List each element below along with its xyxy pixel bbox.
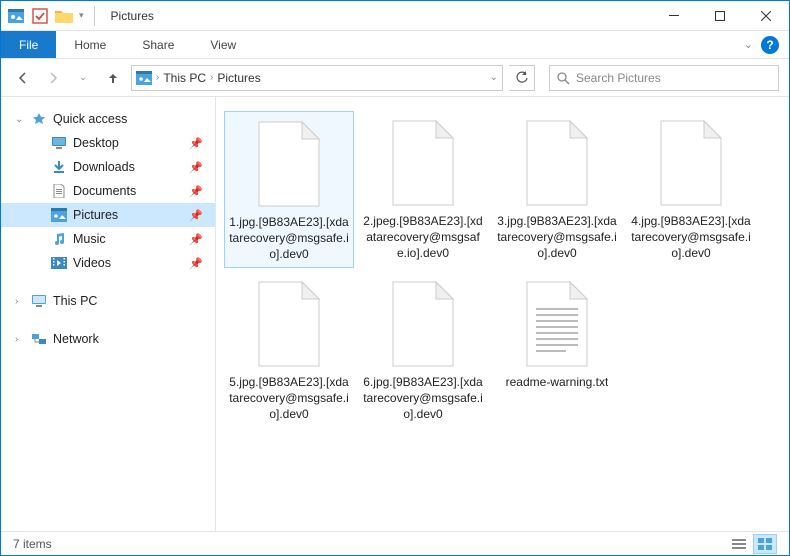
file-icon (249, 276, 329, 372)
navigation-pane: ⌄ Quick access Desktop📌Downloads📌Documen… (1, 97, 216, 531)
sidebar-item-label: Desktop (73, 136, 119, 150)
back-button[interactable] (11, 66, 35, 90)
help-icon[interactable]: ? (761, 36, 779, 54)
item-count: 7 items (13, 537, 52, 551)
file-item[interactable]: 3.jpg.[9B83AE23].[xdatarecovery@msgsafe.… (492, 111, 622, 268)
search-input[interactable]: Search Pictures (549, 65, 779, 91)
sidebar-item-label: This PC (53, 294, 97, 308)
recent-dropdown[interactable]: ⌄ (71, 66, 95, 90)
ribbon-expand-icon[interactable]: ⌄ (744, 38, 753, 51)
search-placeholder: Search Pictures (576, 71, 661, 85)
computer-icon (31, 293, 47, 309)
pin-icon[interactable]: 📌 (189, 137, 203, 150)
pictures-bc-icon (136, 71, 152, 85)
sidebar-item-desktop[interactable]: Desktop 📌 (1, 131, 215, 155)
sidebar-item-label: Videos (73, 256, 111, 270)
thumbnails-view-button[interactable] (753, 534, 777, 554)
refresh-button[interactable] (509, 65, 535, 91)
chevron-right-icon[interactable]: › (210, 72, 213, 83)
chevron-right-icon[interactable]: › (15, 334, 18, 345)
sidebar-quick-access[interactable]: ⌄ Quick access (1, 107, 215, 131)
sidebar-item-documents[interactable]: Documents 📌 (1, 179, 215, 203)
downloads-icon (51, 159, 67, 175)
tab-share[interactable]: Share (124, 31, 192, 58)
file-icon (517, 115, 597, 211)
file-icon (383, 276, 463, 372)
file-name: 2.jpeg.[9B83AE23].[xdatarecovery@msgsafe… (362, 213, 484, 262)
file-item[interactable]: 4.jpg.[9B83AE23].[xdatarecovery@msgsafe.… (626, 111, 756, 268)
file-menu[interactable]: File (1, 31, 56, 58)
chevron-right-icon[interactable]: › (15, 296, 18, 307)
qat-checkbox-icon[interactable] (31, 7, 49, 25)
breadcrumb-root[interactable]: This PC (163, 71, 206, 85)
file-icon (651, 115, 731, 211)
folder-icon[interactable] (55, 7, 73, 25)
file-item[interactable]: readme-warning.txt (492, 272, 622, 427)
chevron-down-icon[interactable]: ⌄ (15, 114, 23, 125)
chevron-right-icon[interactable]: › (156, 72, 159, 83)
address-bar: ⌄ › This PC › Pictures ⌄ Search Pictures (1, 59, 789, 97)
separator (94, 6, 95, 26)
file-name: 4.jpg.[9B83AE23].[xdatarecovery@msgsafe.… (630, 213, 752, 262)
desktop-icon (51, 135, 67, 151)
breadcrumb[interactable]: › This PC › Pictures ⌄ (131, 65, 503, 91)
file-icon (249, 116, 329, 212)
minimize-button[interactable] (651, 1, 697, 31)
file-icon (517, 276, 597, 372)
pin-icon[interactable]: 📌 (189, 185, 203, 198)
pin-icon[interactable]: 📌 (189, 161, 203, 174)
tab-view[interactable]: View (192, 31, 254, 58)
sidebar-item-label: Network (53, 332, 99, 346)
titlebar: ▾ Pictures (1, 1, 789, 31)
sidebar-item-videos[interactable]: Videos 📌 (1, 251, 215, 275)
file-name: 3.jpg.[9B83AE23].[xdatarecovery@msgsafe.… (496, 213, 618, 262)
up-button[interactable] (101, 66, 125, 90)
close-button[interactable] (743, 1, 789, 31)
file-icon (383, 115, 463, 211)
file-name: 1.jpg.[9B83AE23].[xdatarecovery@msgsafe.… (229, 214, 349, 263)
details-view-button[interactable] (727, 534, 751, 554)
music-icon (51, 231, 67, 247)
file-name: readme-warning.txt (506, 374, 609, 390)
documents-icon (51, 183, 67, 199)
file-name: 5.jpg.[9B83AE23].[xdatarecovery@msgsafe.… (228, 374, 350, 423)
sidebar-item-pictures[interactable]: Pictures 📌 (1, 203, 215, 227)
file-item[interactable]: 1.jpg.[9B83AE23].[xdatarecovery@msgsafe.… (224, 111, 354, 268)
pin-icon[interactable]: 📌 (189, 257, 203, 270)
file-item[interactable]: 6.jpg.[9B83AE23].[xdatarecovery@msgsafe.… (358, 272, 488, 427)
file-name: 6.jpg.[9B83AE23].[xdatarecovery@msgsafe.… (362, 374, 484, 423)
star-icon (31, 111, 47, 127)
sidebar-item-label: Pictures (73, 208, 118, 222)
sidebar-item-label: Quick access (53, 112, 127, 126)
forward-button[interactable] (41, 66, 65, 90)
sidebar-item-downloads[interactable]: Downloads 📌 (1, 155, 215, 179)
sidebar-item-music[interactable]: Music 📌 (1, 227, 215, 251)
maximize-button[interactable] (697, 1, 743, 31)
sidebar-this-pc[interactable]: › This PC (1, 289, 215, 313)
breadcrumb-current[interactable]: Pictures (217, 71, 260, 85)
pin-icon[interactable]: 📌 (189, 209, 203, 222)
file-item[interactable]: 2.jpeg.[9B83AE23].[xdatarecovery@msgsafe… (358, 111, 488, 268)
sidebar-item-label: Documents (73, 184, 136, 198)
file-grid[interactable]: 1.jpg.[9B83AE23].[xdatarecovery@msgsafe.… (216, 97, 789, 531)
qat-dropdown-icon[interactable]: ▾ (79, 10, 84, 21)
pictures-icon (51, 207, 67, 223)
sidebar-item-label: Music (73, 232, 106, 246)
network-icon (31, 331, 47, 347)
file-item[interactable]: 5.jpg.[9B83AE23].[xdatarecovery@msgsafe.… (224, 272, 354, 427)
ribbon: File Home Share View ⌄ ? (1, 31, 789, 59)
videos-icon (51, 255, 67, 271)
search-icon (556, 71, 570, 85)
window-title: Pictures (111, 9, 154, 23)
breadcrumb-dropdown-icon[interactable]: ⌄ (490, 72, 498, 83)
app-icon (7, 7, 25, 25)
status-bar: 7 items (1, 531, 789, 555)
sidebar-network[interactable]: › Network (1, 327, 215, 351)
sidebar-item-label: Downloads (73, 160, 135, 174)
tab-home[interactable]: Home (56, 31, 124, 58)
pin-icon[interactable]: 📌 (189, 233, 203, 246)
